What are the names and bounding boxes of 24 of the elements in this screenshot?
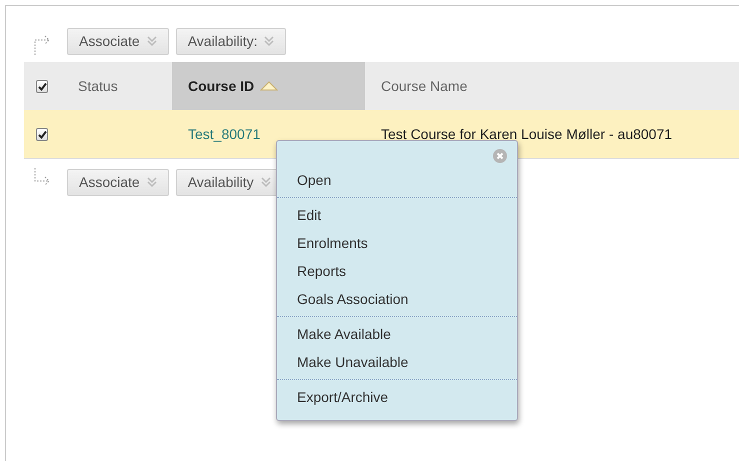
action-button[interactable]: Associate <box>67 168 169 196</box>
column-header[interactable]: Status <box>60 62 172 110</box>
menu-item[interactable]: Goals Association <box>277 285 428 313</box>
elbow-arrow-icon <box>34 35 50 55</box>
menu-item[interactable]: Export/Archive <box>277 383 408 411</box>
checkbox[interactable] <box>36 128 48 140</box>
sort-ascending-icon <box>260 81 278 91</box>
menu-item[interactable]: Edit <box>277 201 342 229</box>
column-header[interactable]: Course ID <box>172 62 365 110</box>
menu-item[interactable]: Enrolments <box>277 229 388 257</box>
menu-item[interactable]: Make Unavailable <box>277 348 428 376</box>
course-id-link[interactable]: Test_80071 <box>188 126 260 142</box>
chevron-icon <box>146 176 158 188</box>
chevron-icon <box>263 35 276 47</box>
menu-item[interactable]: Reports <box>277 257 366 285</box>
elbow-arrow-icon <box>34 168 50 186</box>
chevron-icon <box>146 35 158 47</box>
checkbox[interactable] <box>36 80 48 92</box>
action-button[interactable]: Availability: <box>176 28 286 54</box>
column-header[interactable]: Course Name <box>365 62 739 110</box>
menu-item[interactable]: Make Available <box>277 320 411 348</box>
chevron-icon <box>260 176 272 188</box>
action-button[interactable]: Associate <box>67 28 169 54</box>
table-cell: Test Course for Karen Louise Møller - au80071 <box>381 126 672 142</box>
